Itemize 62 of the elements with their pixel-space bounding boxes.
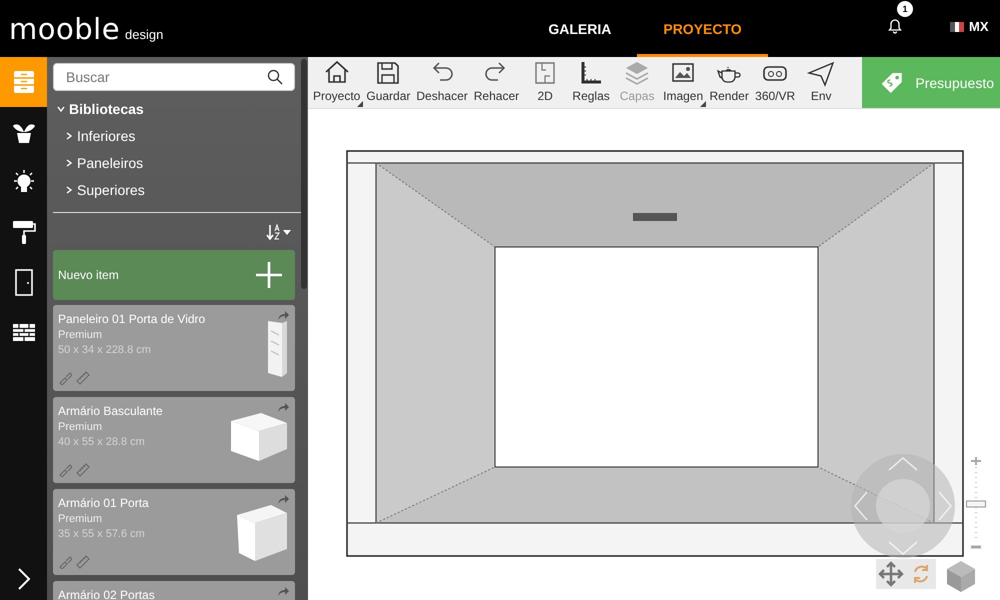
toolbar-button[interactable]: Rehacer (470, 57, 522, 108)
cube-icon[interactable] (945, 559, 977, 593)
chevron-right-icon (65, 186, 73, 194)
cabinet-thumbnail (235, 503, 289, 563)
toolbar-button[interactable]: Reglas (568, 57, 614, 108)
zoom-slider[interactable] (966, 457, 986, 549)
sort-icon[interactable] (266, 223, 292, 241)
toolbar-button[interactable]: Render (706, 57, 752, 108)
share-icon[interactable] (277, 311, 289, 321)
flag-icon[interactable] (950, 22, 964, 32)
cabinet-thumbnail (265, 319, 289, 377)
tree-item[interactable]: Superiores (65, 176, 145, 203)
new-item-card[interactable]: Nuevo item (53, 250, 295, 300)
product-name: Armário 01 Porta (58, 496, 149, 510)
notification-badge: 1 (897, 1, 913, 17)
slider-thumb[interactable] (966, 500, 986, 508)
toolbar-button[interactable]: Env (798, 57, 844, 108)
paper-plane-icon (807, 59, 836, 87)
toolbar-button[interactable]: Proyecto (310, 57, 364, 108)
bell-icon[interactable] (887, 18, 903, 34)
tree-item[interactable]: Paneleiros (65, 149, 144, 176)
logo: mooble (9, 12, 120, 46)
tier-label: Premium (58, 421, 102, 433)
product-size: 35 x 55 x 57.6 cm (58, 528, 145, 540)
move-icon[interactable] (876, 559, 906, 589)
ruler-icon[interactable] (76, 371, 90, 385)
new-item-label: Nuevo item (58, 268, 119, 282)
nav-tab[interactable]: GALERIA (522, 0, 638, 57)
tree-item[interactable]: Bibliotecas (57, 96, 144, 122)
cabinet-thumbnail (229, 411, 289, 463)
toolbar-button[interactable]: 2D (522, 57, 568, 108)
product-name: Paneleiro 01 Porta de Vidro (58, 312, 206, 326)
layers-icon (623, 59, 652, 87)
tier-label: Premium (58, 513, 102, 525)
tier-label: Premium (58, 329, 102, 341)
logo-subtitle: design (125, 26, 164, 42)
share-icon[interactable] (277, 495, 289, 505)
tree-item[interactable]: Inferiores (65, 122, 136, 149)
chevron-right-icon (65, 132, 73, 140)
dropdown-corner-icon (357, 101, 364, 107)
share-icon[interactable] (277, 587, 289, 597)
chevron-down-icon (57, 105, 65, 113)
toolbar-button[interactable]: Imagen (660, 57, 706, 108)
ruler-icon[interactable] (76, 555, 90, 569)
dropdown-corner-icon (700, 101, 706, 107)
search-field[interactable]: Buscar (53, 63, 295, 91)
ruler-icon[interactable] (76, 463, 90, 477)
product-size: 40 x 55 x 28.8 cm (58, 436, 145, 448)
region-label[interactable]: MX (969, 19, 988, 34)
product-name: Armário Basculante (58, 404, 163, 418)
toolbar-button[interactable]: Guardar (363, 57, 414, 108)
navigation-pad[interactable] (851, 454, 955, 558)
search-icon[interactable] (267, 69, 283, 85)
toolbar-button[interactable]: Deshacer (413, 57, 471, 108)
expand-icon[interactable] (16, 567, 30, 591)
product-size: 50 x 34 x 228.8 cm (58, 344, 151, 356)
share-icon[interactable] (277, 403, 289, 413)
toolbar-button[interactable]: 360/VR (752, 57, 798, 108)
rotate-icon[interactable] (906, 559, 936, 589)
product-name: Armário 02 Portas (58, 588, 155, 600)
chevron-right-icon (65, 158, 73, 166)
plus-icon[interactable] (255, 261, 283, 289)
